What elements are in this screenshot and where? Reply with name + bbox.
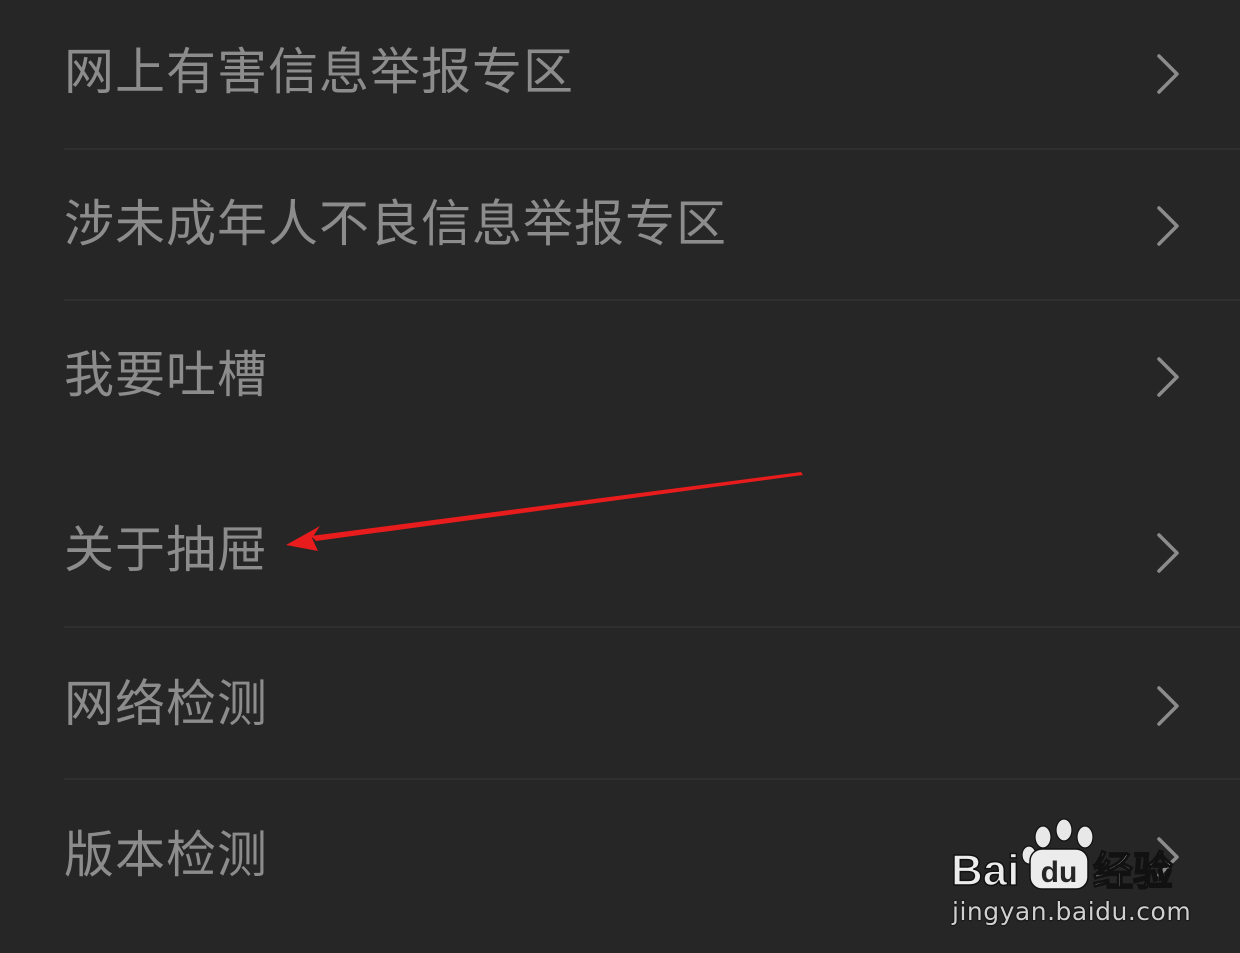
chevron-right-icon <box>1150 355 1184 399</box>
chevron-right-icon <box>1150 52 1184 96</box>
menu-item-label: 网络检测 <box>64 675 268 733</box>
chevron-right-icon <box>1150 835 1184 879</box>
menu-item-label: 版本检测 <box>64 826 268 884</box>
chevron-right-icon <box>1150 204 1184 248</box>
chevron-right-icon <box>1150 684 1184 728</box>
menu-item-minor-harmful-info-report[interactable]: 涉未成年人不良信息举报专区 <box>0 150 1240 300</box>
settings-menu: 网上有害信息举报专区 涉未成年人不良信息举报专区 我要吐槽 关于抽屉 网络检测 <box>0 0 1240 953</box>
watermark-url: jingyan.baidu.com <box>952 897 1192 926</box>
menu-item-version-check[interactable]: 版本检测 <box>0 780 1240 953</box>
menu-item-harmful-info-report[interactable]: 网上有害信息举报专区 <box>0 0 1240 150</box>
menu-item-network-check[interactable]: 网络检测 <box>0 628 1240 778</box>
menu-item-label: 涉未成年人不良信息举报专区 <box>64 195 727 253</box>
menu-item-label: 网上有害信息举报专区 <box>64 43 574 101</box>
menu-item-label: 我要吐槽 <box>64 346 268 404</box>
menu-item-about[interactable]: 关于抽屉 <box>0 475 1240 625</box>
chevron-right-icon <box>1150 531 1184 575</box>
menu-item-label: 关于抽屉 <box>64 521 268 579</box>
menu-item-feedback[interactable]: 我要吐槽 <box>0 301 1240 451</box>
